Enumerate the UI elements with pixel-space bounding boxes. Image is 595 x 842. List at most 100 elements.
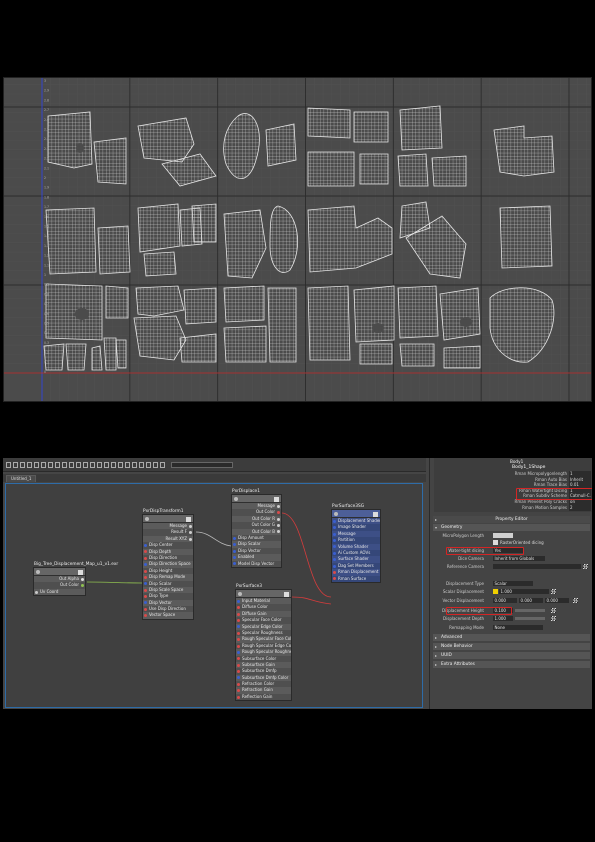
node-behavior-section[interactable]: Node Behavior [433,643,590,650]
shape-attr-value[interactable]: 2 [569,504,591,511]
uv-shell[interactable] [353,111,389,143]
bookmark-icon[interactable] [153,461,158,468]
depth-map-icon[interactable] [551,616,556,621]
input-connections-icon[interactable] [62,461,67,468]
simple-mode-icon[interactable] [97,461,102,468]
vector-displacement-z[interactable]: 0.000 [545,597,569,604]
uv-shell[interactable] [179,333,217,363]
full-mode-icon[interactable] [111,461,116,468]
uv-editor-panel[interactable]: 3 2.9 2.8 2.7 2.6 2.5 2.4 2.3 2.2 2.1 2 1.9 1.8 1.7 1.… [3,77,592,402]
node-port[interactable]: Vector Space [143,612,193,618]
uv-shell[interactable] [499,205,553,269]
uv-shell[interactable] [97,225,131,275]
node-port[interactable]: Reflection Gain [236,693,291,701]
uv-shell[interactable] [137,117,195,163]
node-port[interactable]: Model Disp Vector [232,560,281,567]
add-selected-icon[interactable] [41,461,46,468]
raster-oriented-checkbox[interactable] [493,540,498,545]
texture-map-icon[interactable] [583,564,588,569]
uv-shell[interactable] [91,345,103,371]
surface-node[interactable]: PxrSurface3 Input Material Diffuse Color Di… [235,584,292,702]
node-graph-canvas[interactable]: Big_Tree_Displacement_Map_u1_v1.exr Out … [5,483,423,708]
extra-attributes-section[interactable]: Extra Attributes [433,661,590,668]
tab-untitled[interactable]: Untitled_1 [6,475,37,482]
new-graph-icon[interactable] [6,461,11,468]
uv-shell[interactable] [143,251,177,277]
displacement-height-slider[interactable] [515,609,545,613]
clear-graph-icon[interactable] [55,461,60,468]
open-graph-icon[interactable] [13,461,18,468]
graph-both-icon[interactable] [76,461,81,468]
uv-shell[interactable] [223,325,267,363]
uuid-section[interactable]: UUID [433,652,590,659]
scalar-displacement-swatch[interactable] [493,589,498,594]
vector-displacement-x[interactable]: 0.000 [493,597,517,604]
uv-shell[interactable] [137,203,181,253]
micropolygon-length-field[interactable] [493,532,513,539]
shading-group-node[interactable]: PxrSurface3SG Displacement Shader Image Sh… [331,504,381,583]
save-graph-icon[interactable] [20,461,25,468]
port-uv-coord[interactable]: Uv Coord [34,589,85,595]
scalar-map-icon[interactable] [551,589,556,594]
displacement-type-dropdown[interactable]: Scalar [493,580,533,587]
connected-mode-icon[interactable] [104,461,109,468]
uv-shell[interactable] [359,153,389,185]
uv-shell[interactable] [359,343,393,365]
node-search-input[interactable] [171,461,233,468]
grid-toggle-icon[interactable] [83,461,88,468]
uv-shell[interactable] [267,287,297,363]
uv-shell[interactable] [135,285,185,317]
geometry-section[interactable]: Geometry [433,524,590,531]
uv-shell[interactable] [103,337,117,371]
height-map-icon[interactable] [551,608,556,613]
uv-canvas[interactable]: 3 2.9 2.8 2.7 2.6 2.5 2.4 2.3 2.2 2.1 2 1.9 1.8 1.7 1.… [4,78,592,402]
output-connections-icon[interactable] [69,461,74,468]
uv-shell[interactable] [115,339,127,369]
color-icon[interactable] [139,461,144,468]
layout-icon[interactable] [146,461,151,468]
displacement-depth-slider[interactable] [515,617,545,621]
displace-node[interactable]: PxrDisplace1 Message Out Color Out Color RO… [231,489,282,568]
frame-all-icon[interactable] [27,461,32,468]
settings-icon[interactable] [160,461,165,468]
uv-shell[interactable] [105,285,129,319]
uv-shell[interactable] [431,155,467,187]
uv-shell[interactable] [265,123,297,167]
uv-shell[interactable] [223,285,265,323]
pin-icon[interactable] [132,461,137,468]
uv-shell[interactable] [45,283,103,341]
remove-selected-icon[interactable] [48,461,53,468]
vector-displacement-y[interactable]: 0.000 [519,597,543,604]
file-texture-node[interactable]: Big_Tree_Displacement_Map_u1_v1.exr Out … [33,562,118,597]
frame-selected-icon[interactable] [34,461,39,468]
uv-shell[interactable] [65,343,87,371]
uv-shell[interactable] [133,315,187,361]
uv-shell[interactable] [399,343,435,367]
uv-shell[interactable] [353,285,395,343]
swatch-toggle-icon[interactable] [125,461,130,468]
uv-shell[interactable] [93,137,127,185]
snap-grid-icon[interactable] [90,461,95,468]
scalar-displacement-field[interactable]: 1.000 [499,588,549,595]
disp-transform-node[interactable]: PxrDispTransform1 Message Result F Result X… [142,509,194,620]
node-port[interactable]: Rman Surface [332,575,380,582]
uv-shell[interactable] [399,105,443,151]
uv-shell[interactable] [439,287,481,341]
uv-shell[interactable] [307,151,355,187]
dice-camera-dropdown[interactable]: Inherit from Globals [493,555,545,562]
uv-shell[interactable] [443,345,481,369]
uv-shell[interactable] [397,153,429,187]
uv-shell[interactable] [183,287,217,325]
displacement-depth-field[interactable]: 1.000 [493,615,513,622]
reference-camera-field[interactable] [493,563,581,570]
custom-mode-icon[interactable] [118,461,123,468]
uv-shell[interactable] [397,285,439,339]
advanced-section[interactable]: Advanced [433,634,590,641]
uv-shell[interactable] [47,111,93,169]
uv-shell[interactable] [307,107,351,139]
vector-map-icon[interactable] [573,598,578,603]
remapping-mode-dropdown[interactable]: None [493,624,543,631]
uv-shell[interactable] [45,207,97,275]
uv-shell[interactable] [43,343,65,371]
uv-shell[interactable] [191,203,217,243]
